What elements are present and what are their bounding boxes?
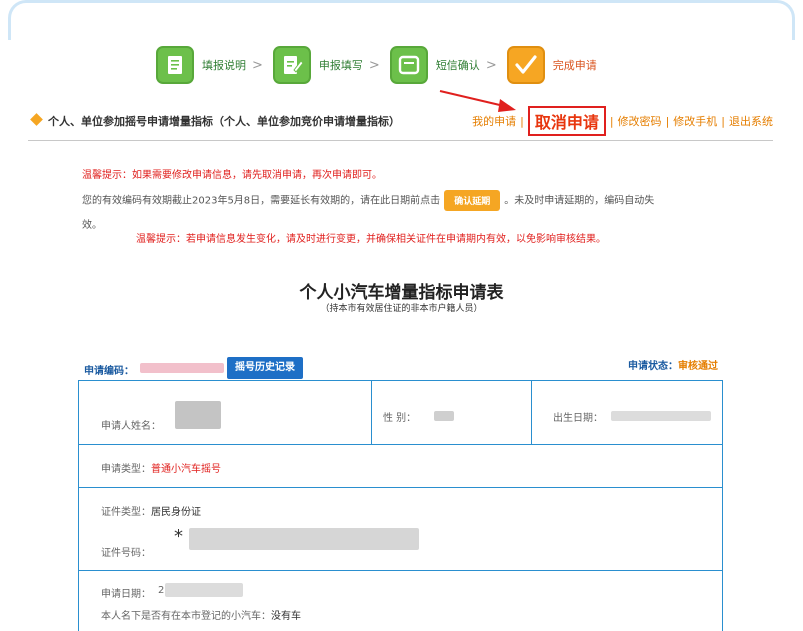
name-label: 申请人姓名：: [101, 421, 161, 432]
id-type-value: 居民身份证: [151, 507, 201, 518]
edit-form-icon: [272, 46, 311, 84]
page-header: 个人、单位参加摇号申请增量指标（个人、单位参加竞价申请增量指标） 我的申请 | …: [28, 106, 773, 136]
validity-wrap: 效。: [82, 220, 102, 231]
redacted-apply-date: [165, 583, 243, 597]
step-label: 申报填写: [318, 59, 363, 72]
application-code-row: 申请编码： 摇号历史记录 申请状态：审核通过: [84, 357, 718, 379]
redacted-id-number: [189, 528, 419, 550]
step-arrow-icon: >: [368, 57, 380, 73]
step-arrow-icon: >: [252, 57, 263, 73]
redacted-gender: [434, 411, 454, 421]
nav-separator: |: [665, 114, 670, 128]
status-badge: 审核通过: [678, 361, 718, 372]
type-label: 申请类型：: [101, 464, 151, 475]
confirm-extend-button[interactable]: 确认延期: [444, 190, 501, 211]
change-password-link[interactable]: 修改密码: [618, 113, 662, 129]
nav-separator: |: [520, 114, 524, 128]
apply-date-label: 申请日期：: [101, 589, 151, 600]
tip-modify: 温馨提示：如果需要修改申请信息，请先取消申请，再次申请即可。: [82, 170, 382, 181]
page-title: 个人、单位参加摇号申请增量指标（个人、单位参加竞价申请增量指标）: [48, 115, 400, 128]
gender-label: 性 别：: [383, 413, 417, 424]
step-sms-confirm: 短信确认 >: [389, 46, 507, 84]
car-owned-field: 本人名下是否有在本市登记的小汽车：没有车: [101, 607, 301, 622]
step-label: 短信确认: [435, 59, 480, 72]
table-row: 申请日期： 2 本人名下是否有在本市登记的小汽车：没有车: [79, 571, 722, 631]
frame-top-border: [8, 0, 795, 40]
my-application-link[interactable]: 我的申请: [472, 113, 516, 129]
step-label: 完成申请: [552, 59, 597, 72]
cursor-mark: [300, 359, 302, 377]
change-phone-link[interactable]: 修改手机: [673, 113, 717, 129]
code-label: 申请编码：: [84, 366, 134, 377]
cell-divider: [531, 381, 532, 445]
validity-text-suffix: 。未及时申请延期的，编码自动失: [504, 195, 655, 207]
step-arrow-icon: >: [485, 57, 497, 73]
step-complete: 完成申请: [506, 46, 597, 84]
table-row: 证件类型：居民身份证 证件号码： *: [79, 488, 722, 571]
dob-label: 出生日期：: [553, 413, 603, 424]
redacted-code: [140, 363, 224, 373]
status-label: 申请状态：: [628, 361, 678, 372]
redacted-dob: [611, 411, 711, 421]
id-type-label: 证件类型：: [101, 507, 151, 518]
cancel-application-link[interactable]: 取消申请: [527, 106, 606, 136]
tip-change: 温馨提示：若申请信息发生变化，请及时进行变更，并确保相关证件在申请期内有效，以免…: [136, 234, 606, 245]
table-row: 申请人姓名： 性 别： 出生日期：: [79, 381, 722, 445]
step-label: 填报说明: [202, 59, 246, 72]
table-row: 申请类型：普通小汽车摇号: [79, 445, 722, 488]
form-title: 个人小汽车增量指标申请表: [299, 283, 504, 303]
car-owned-value: 没有车: [271, 611, 301, 622]
apply-date-prefix: 2: [158, 585, 165, 596]
lottery-history-button[interactable]: 摇号历史记录: [227, 357, 303, 379]
cell-divider: [371, 381, 372, 445]
checkmark-icon: [506, 46, 545, 84]
id-number-prefix: *: [174, 526, 183, 547]
type-field: 申请类型：普通小汽车摇号: [101, 460, 221, 475]
header-divider: [28, 140, 773, 141]
form-subtitle: （持本市有效居住证的非本市户籍人员）: [320, 304, 483, 314]
car-owned-label: 本人名下是否有在本市登记的小汽车：: [101, 611, 271, 622]
step-fill-form: 申报填写 >: [272, 46, 390, 84]
logout-link[interactable]: 退出系统: [729, 113, 773, 129]
application-status: 申请状态：审核通过: [628, 357, 718, 372]
header-nav: 我的申请 | 取消申请 | 修改密码 | 修改手机 | 退出系统: [472, 106, 773, 136]
application-info-table: 申请人姓名： 性 别： 出生日期： 申请类型：普通小汽车摇号 证件类型：居民身份…: [78, 380, 723, 631]
sms-icon: [389, 46, 428, 84]
redacted-name: [175, 401, 221, 429]
nav-separator: |: [609, 114, 614, 128]
validity-notice: 您的有效编码有效期截止2023年5月8日，需要延长有效期的，请在此日期前点击 确认…: [82, 190, 654, 211]
type-value: 普通小汽车摇号: [151, 464, 221, 475]
document-icon: [156, 46, 194, 84]
progress-steps: 填报说明 > 申报填写 > 短信确认 > 完成申请: [156, 42, 597, 88]
id-number-label: 证件号码：: [101, 548, 151, 559]
diamond-bullet-icon: [30, 113, 43, 126]
step-fill-instructions: 填报说明 >: [156, 46, 273, 84]
nav-separator: |: [721, 114, 725, 128]
id-type-field: 证件类型：居民身份证: [101, 503, 201, 518]
validity-text: 您的有效编码有效期截止2023年5月8日，需要延长有效期的，请在此日期前点击: [82, 195, 441, 207]
